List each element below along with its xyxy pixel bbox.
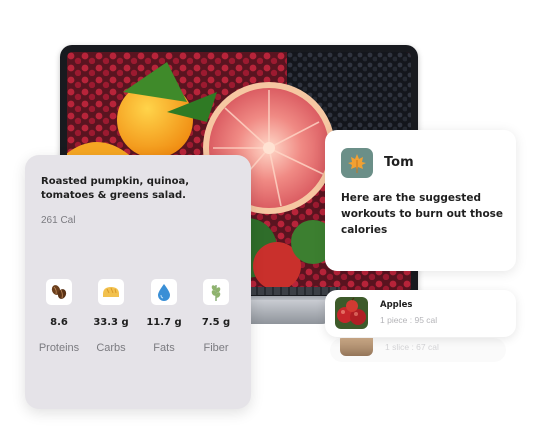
- bread-slice-thumbnail: [340, 338, 373, 356]
- coach-message: Here are the suggested workouts to burn …: [341, 192, 504, 236]
- nutrient-value: 7.5 g: [201, 317, 231, 328]
- coach-name: Tom: [384, 155, 414, 170]
- food-item-apples[interactable]: Apples 1 piece : 95 cal: [325, 290, 516, 337]
- apples-thumbnail: [335, 297, 368, 329]
- coach-message-card[interactable]: Tom Here are the suggested workouts to b…: [325, 130, 516, 271]
- nutrient-label: Proteins: [38, 342, 80, 354]
- nutrient-label: Fats: [153, 342, 175, 354]
- meal-calories: 261 Cal: [41, 215, 76, 226]
- food-meta: 1 slice : 67 cal: [385, 342, 439, 352]
- maple-leaf-icon: [341, 148, 373, 178]
- nutrient-value: 33.3 g: [93, 317, 129, 328]
- coffee-beans-icon: [46, 279, 72, 305]
- wheat-icon: [203, 279, 229, 305]
- nutrient-label: Fiber: [203, 342, 229, 354]
- nutrient-proteins: 8.6 Proteins: [35, 279, 83, 354]
- water-drop-icon: [151, 279, 177, 305]
- nutrient-fats: 11.7 g Fats: [140, 279, 188, 354]
- nutrient-label: Carbs: [96, 342, 126, 354]
- food-item-bread[interactable]: 1 slice : 67 cal: [330, 338, 506, 362]
- nutrient-value: 8.6: [50, 317, 68, 328]
- nutrient-fiber: 7.5 g Fiber: [192, 279, 240, 354]
- food-name: Apples: [380, 300, 413, 310]
- meal-card[interactable]: Roasted pumpkin, quinoa, tomatoes & gree…: [25, 155, 251, 409]
- nutrient-value: 11.7 g: [146, 317, 182, 328]
- meal-title: Roasted pumpkin, quinoa, tomatoes & gree…: [41, 176, 190, 201]
- bread-icon: [98, 279, 124, 305]
- nutrient-carbs: 33.3 g Carbs: [87, 279, 135, 354]
- food-meta: 1 piece : 95 cal: [380, 315, 438, 325]
